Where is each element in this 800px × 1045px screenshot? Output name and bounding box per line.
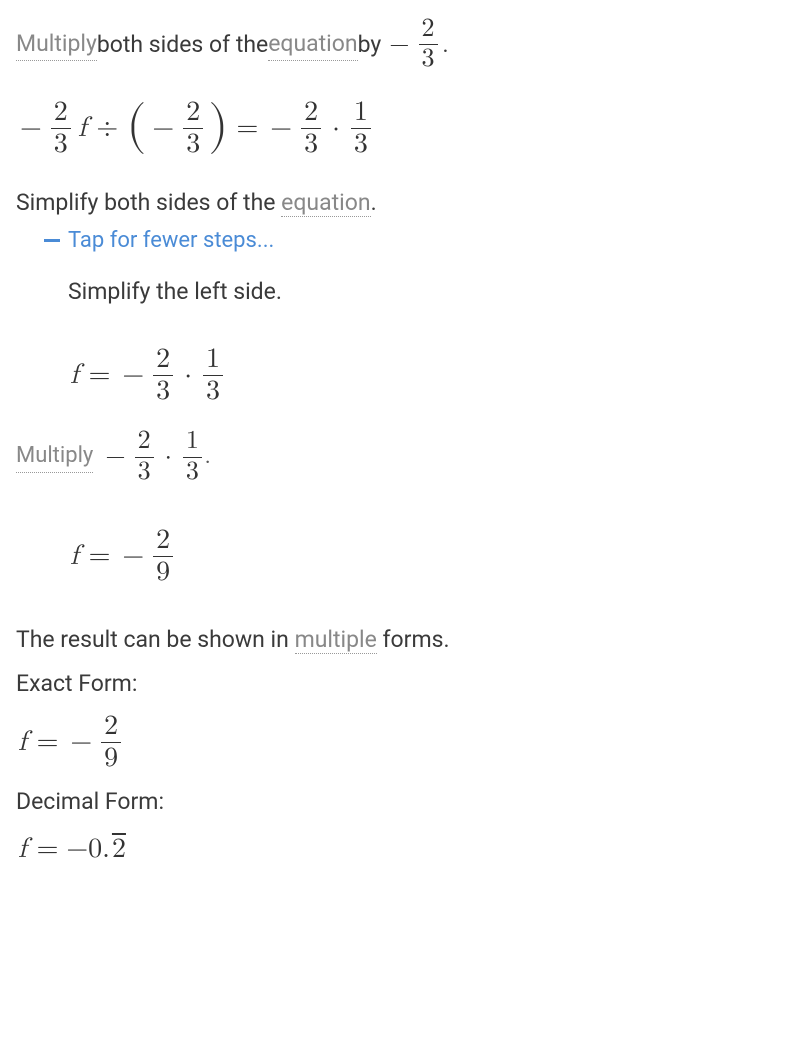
variable-f: f bbox=[18, 723, 27, 762]
numerator: 2 bbox=[301, 98, 321, 128]
numerator: 2 bbox=[135, 428, 154, 456]
text-segment: by bbox=[358, 29, 382, 61]
variable-f: f bbox=[70, 537, 79, 576]
minus-sign: − bbox=[105, 439, 125, 475]
equals-sign: = bbox=[37, 830, 59, 869]
fraction: 1 3 bbox=[183, 428, 202, 486]
minus-sign: − bbox=[389, 27, 409, 63]
decimal-form-label: Decimal Form: bbox=[16, 786, 784, 818]
fraction: 2 3 bbox=[301, 98, 321, 160]
step-simplify-both-sides: Simplify both sides of the equation. bbox=[16, 187, 784, 219]
equation-step1: − 2 3 f ÷ ( − 2 3 ) = − 2 3 · 1 3 bbox=[16, 98, 784, 160]
numerator: 2 bbox=[419, 16, 438, 44]
equation-decimal-form: f = −0.2 bbox=[16, 830, 784, 869]
minus-sign: − bbox=[122, 537, 144, 576]
numerator: 1 bbox=[203, 345, 223, 375]
denominator: 3 bbox=[203, 375, 223, 406]
denominator: 3 bbox=[419, 44, 438, 73]
result-multiple-forms: The result can be shown in multiple form… bbox=[16, 624, 784, 656]
numerator: 1 bbox=[351, 98, 371, 128]
variable-f: f bbox=[18, 830, 27, 869]
denominator: 3 bbox=[183, 128, 203, 159]
numerator: 2 bbox=[153, 526, 173, 556]
term-equation[interactable]: equation bbox=[268, 28, 357, 61]
right-paren: ) bbox=[208, 106, 228, 148]
term-multiply[interactable]: Multiply bbox=[16, 28, 97, 61]
equals-sign: = bbox=[89, 356, 111, 395]
fraction: 1 3 bbox=[351, 98, 371, 160]
dot-operator: · bbox=[184, 356, 192, 395]
equation-substep1: f = − 2 3 · 1 3 bbox=[68, 345, 784, 407]
denominator: 3 bbox=[183, 457, 202, 486]
exact-form-label: Exact Form: bbox=[16, 668, 784, 700]
fraction: 1 3 bbox=[203, 345, 223, 407]
text-segment: both sides of the bbox=[97, 29, 268, 61]
variable-f: f bbox=[78, 109, 87, 148]
fraction: 2 9 bbox=[101, 712, 121, 774]
dot-operator: · bbox=[332, 109, 340, 148]
numerator: 2 bbox=[183, 98, 203, 128]
step-multiply-both-sides: Multiply both sides of the equation by −… bbox=[16, 16, 784, 74]
equals-sign: = bbox=[236, 109, 258, 148]
equals-sign: = bbox=[37, 723, 59, 762]
fraction: 2 3 bbox=[183, 98, 203, 160]
minus-sign: − bbox=[122, 356, 144, 395]
fraction: 2 3 bbox=[153, 345, 173, 407]
left-paren: ( bbox=[126, 106, 146, 148]
denominator: 3 bbox=[135, 457, 154, 486]
denominator: 3 bbox=[153, 375, 173, 406]
tap-label: Tap for fewer steps... bbox=[68, 226, 274, 257]
minus-sign: − bbox=[20, 109, 42, 148]
dot-operator: · bbox=[165, 439, 172, 475]
equals-sign: = bbox=[89, 537, 111, 576]
minus-sign: − bbox=[270, 109, 292, 148]
substep-multiply-fractions: Multiply − 2 3 · 1 3 . bbox=[16, 428, 784, 486]
text-segment: forms. bbox=[377, 626, 450, 653]
fraction: 2 3 bbox=[419, 16, 438, 74]
period: . bbox=[205, 442, 211, 473]
fraction: 2 3 bbox=[135, 428, 154, 486]
decimal-prefix: −0. bbox=[66, 830, 110, 869]
inline-expression: − 2 3 · 1 3 bbox=[101, 428, 205, 486]
divide-sign: ÷ bbox=[96, 109, 118, 148]
term-equation[interactable]: equation bbox=[281, 189, 370, 217]
term-multiply[interactable]: Multiply bbox=[16, 441, 93, 473]
substep-simplify-left: Simplify the left side. bbox=[68, 276, 784, 308]
period: . bbox=[443, 29, 449, 61]
equation-exact-form: f = − 2 9 bbox=[16, 712, 784, 774]
variable-f: f bbox=[70, 356, 79, 395]
denominator: 9 bbox=[153, 556, 173, 587]
text-segment: Simplify both sides of the bbox=[16, 189, 281, 216]
numerator: 1 bbox=[183, 428, 202, 456]
text-segment: The result can be shown in bbox=[16, 626, 295, 653]
minus-sign: − bbox=[152, 109, 174, 148]
denominator: 3 bbox=[301, 128, 321, 159]
numerator: 2 bbox=[51, 98, 71, 128]
denominator: 3 bbox=[51, 128, 71, 159]
denominator: 3 bbox=[351, 128, 371, 159]
denominator: 9 bbox=[101, 742, 121, 773]
numerator: 2 bbox=[101, 712, 121, 742]
repeating-digit: 2 bbox=[112, 830, 126, 869]
fraction: 2 9 bbox=[153, 526, 173, 588]
period: . bbox=[371, 189, 377, 216]
minus-icon bbox=[44, 239, 60, 242]
tap-fewer-steps-toggle[interactable]: Tap for fewer steps... bbox=[44, 226, 784, 257]
inline-fraction: − 2 3 bbox=[385, 16, 440, 74]
equation-substep2: f = − 2 9 bbox=[68, 526, 784, 588]
fraction: 2 3 bbox=[51, 98, 71, 160]
numerator: 2 bbox=[153, 345, 173, 375]
minus-sign: − bbox=[70, 723, 92, 762]
term-multiple[interactable]: multiple bbox=[295, 626, 377, 654]
